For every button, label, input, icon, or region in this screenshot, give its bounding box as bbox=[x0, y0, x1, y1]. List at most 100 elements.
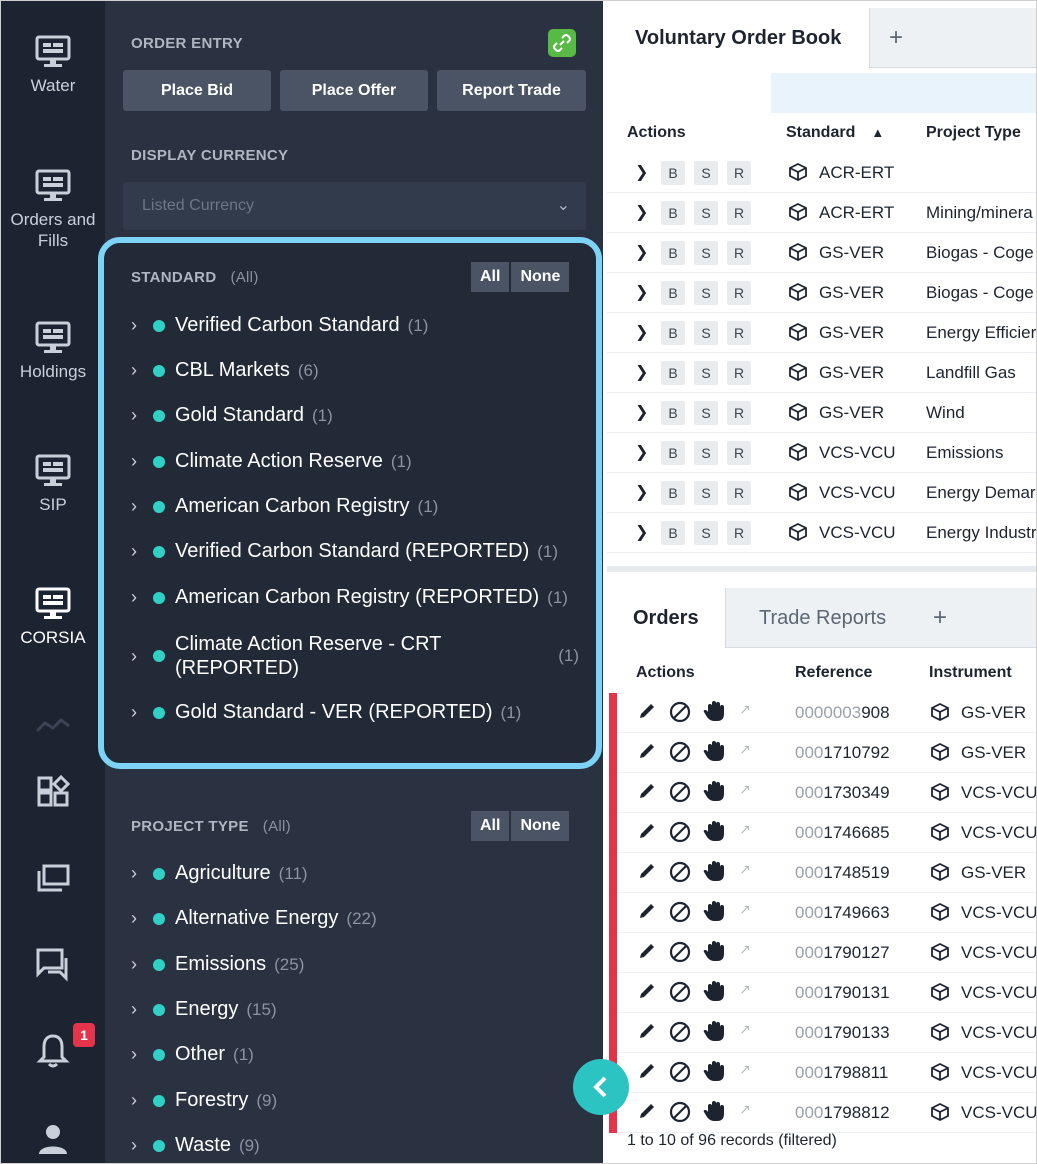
cancel-icon[interactable] bbox=[669, 901, 691, 928]
open-icon[interactable]: ↗ bbox=[739, 741, 751, 758]
project-type-item[interactable]: › Emissions (25) bbox=[131, 953, 581, 976]
order-row[interactable]: ↗ 0001790127 VCS-VCU bbox=[609, 933, 1036, 973]
chevron-right-icon[interactable]: ❯ bbox=[635, 362, 648, 382]
add-tab-button[interactable]: + bbox=[917, 588, 963, 648]
order-book-row[interactable]: ❯ B S R GS-VER Landfill Gas bbox=[607, 353, 1036, 393]
sell-button[interactable]: S bbox=[694, 361, 718, 385]
project-type-none-button[interactable]: None bbox=[511, 811, 570, 841]
open-icon[interactable]: ↗ bbox=[739, 1061, 751, 1078]
cancel-icon[interactable] bbox=[669, 741, 691, 768]
buy-button[interactable]: B bbox=[661, 161, 685, 185]
cancel-icon[interactable] bbox=[669, 981, 691, 1008]
sell-button[interactable]: S bbox=[694, 521, 718, 545]
chevron-right-icon[interactable]: ❯ bbox=[635, 442, 648, 462]
order-book-row[interactable]: ❯ B S R VCS-VCU Emissions bbox=[607, 433, 1036, 473]
col-header-project-type[interactable]: Project Type bbox=[926, 124, 1021, 142]
chevron-right-icon[interactable]: › bbox=[131, 908, 153, 929]
edit-icon[interactable] bbox=[637, 741, 657, 766]
rail-item-sip[interactable]: SIP bbox=[1, 454, 105, 515]
standard-item[interactable]: › CBL Markets (6) bbox=[131, 359, 581, 382]
standard-item[interactable]: › Gold Standard - VER (REPORTED) (1) bbox=[131, 701, 581, 724]
chevron-right-icon[interactable]: ❯ bbox=[635, 482, 648, 502]
hold-icon[interactable] bbox=[703, 820, 725, 847]
col-header-standard[interactable]: Standard ▲ bbox=[786, 124, 884, 142]
order-book-row[interactable]: ❯ B S R ACR-ERT Mining/minera bbox=[607, 193, 1036, 233]
open-icon[interactable]: ↗ bbox=[739, 1101, 751, 1118]
col-header-actions[interactable]: Actions bbox=[636, 664, 695, 682]
buy-button[interactable]: B bbox=[661, 241, 685, 265]
standard-item[interactable]: › American Carbon Registry (1) bbox=[131, 495, 581, 518]
report-button[interactable]: R bbox=[727, 481, 751, 505]
buy-button[interactable]: B bbox=[661, 521, 685, 545]
chat-icon[interactable] bbox=[1, 947, 105, 983]
chevron-right-icon[interactable]: › bbox=[131, 541, 153, 562]
order-row[interactable]: ↗ 0001710792 GS-VER bbox=[609, 733, 1036, 773]
project-type-item[interactable]: › Alternative Energy (22) bbox=[131, 907, 581, 930]
edit-icon[interactable] bbox=[637, 981, 657, 1006]
chevron-right-icon[interactable]: › bbox=[131, 1090, 153, 1111]
sell-button[interactable]: S bbox=[694, 241, 718, 265]
place-offer-button[interactable]: Place Offer bbox=[280, 70, 428, 111]
chevron-right-icon[interactable]: › bbox=[131, 496, 153, 517]
cancel-icon[interactable] bbox=[669, 1061, 691, 1088]
chevron-right-icon[interactable]: ❯ bbox=[635, 322, 648, 342]
edit-icon[interactable] bbox=[637, 821, 657, 846]
project-type-item[interactable]: › Forestry (9) bbox=[131, 1089, 581, 1112]
chevron-right-icon[interactable]: › bbox=[131, 702, 153, 723]
cancel-icon[interactable] bbox=[669, 701, 691, 728]
hold-icon[interactable] bbox=[703, 980, 725, 1007]
order-row[interactable]: ↗ 0001730349 VCS-VCU bbox=[609, 773, 1036, 813]
rail-item-holdings[interactable]: Holdings bbox=[1, 321, 105, 382]
order-row[interactable]: ↗ 0001749663 VCS-VCU bbox=[609, 893, 1036, 933]
chevron-right-icon[interactable]: › bbox=[131, 587, 153, 608]
rail-item-water[interactable]: Water bbox=[1, 35, 105, 96]
standard-item[interactable]: › American Carbon Registry (REPORTED) (1) bbox=[131, 586, 581, 609]
chevron-right-icon[interactable]: ❯ bbox=[635, 402, 648, 422]
tab-voluntary-order-book[interactable]: Voluntary Order Book bbox=[607, 8, 871, 68]
standard-none-button[interactable]: None bbox=[511, 262, 570, 292]
report-button[interactable]: R bbox=[727, 521, 751, 545]
order-row[interactable]: ↗ 0001798812 VCS-VCU bbox=[609, 1093, 1036, 1133]
order-row[interactable]: ↗ 0000003908 GS-VER bbox=[609, 693, 1036, 733]
rail-item-corsia[interactable]: CORSIA bbox=[1, 587, 105, 648]
col-header-actions[interactable]: Actions bbox=[627, 124, 686, 142]
order-book-row[interactable]: ❯ B S R GS-VER Wind bbox=[607, 393, 1036, 433]
hold-icon[interactable] bbox=[703, 1020, 725, 1047]
report-button[interactable]: R bbox=[727, 321, 751, 345]
edit-icon[interactable] bbox=[637, 941, 657, 966]
sell-button[interactable]: S bbox=[694, 161, 718, 185]
report-button[interactable]: R bbox=[727, 281, 751, 305]
chevron-right-icon[interactable]: › bbox=[131, 863, 153, 884]
report-button[interactable]: R bbox=[727, 401, 751, 425]
order-book-row[interactable]: ❯ B S R VCS-VCU Energy Demar bbox=[607, 473, 1036, 513]
hold-icon[interactable] bbox=[703, 1100, 725, 1127]
chevron-right-icon[interactable]: › bbox=[131, 646, 153, 667]
place-bid-button[interactable]: Place Bid bbox=[123, 70, 271, 111]
chevron-right-icon[interactable]: › bbox=[131, 999, 153, 1020]
report-button[interactable]: R bbox=[727, 161, 751, 185]
link-button[interactable] bbox=[548, 29, 576, 57]
sell-button[interactable]: S bbox=[694, 401, 718, 425]
chevron-right-icon[interactable]: › bbox=[131, 315, 153, 336]
cancel-icon[interactable] bbox=[669, 1101, 691, 1128]
order-book-row[interactable]: ❯ B S R VCS-VCU Energy Industr bbox=[607, 513, 1036, 553]
standard-item[interactable]: › Verified Carbon Standard (REPORTED) (1) bbox=[131, 540, 581, 563]
order-row[interactable]: ↗ 0001790133 VCS-VCU bbox=[609, 1013, 1036, 1053]
order-row[interactable]: ↗ 0001748519 GS-VER bbox=[609, 853, 1036, 893]
sell-button[interactable]: S bbox=[694, 321, 718, 345]
report-button[interactable]: R bbox=[727, 241, 751, 265]
cancel-icon[interactable] bbox=[669, 1021, 691, 1048]
chevron-right-icon[interactable]: › bbox=[131, 405, 153, 426]
edit-icon[interactable] bbox=[637, 1101, 657, 1126]
project-type-item[interactable]: › Agriculture (11) bbox=[131, 862, 581, 885]
edit-icon[interactable] bbox=[637, 861, 657, 886]
sell-button[interactable]: S bbox=[694, 441, 718, 465]
buy-button[interactable]: B bbox=[661, 201, 685, 225]
cancel-icon[interactable] bbox=[669, 781, 691, 808]
open-icon[interactable]: ↗ bbox=[739, 981, 751, 998]
chevron-right-icon[interactable]: ❯ bbox=[635, 202, 648, 222]
hold-icon[interactable] bbox=[703, 860, 725, 887]
standard-item[interactable]: › Verified Carbon Standard (1) bbox=[131, 314, 581, 337]
order-book-row[interactable]: ❯ B S R GS-VER Biogas - Coge bbox=[607, 233, 1036, 273]
report-button[interactable]: R bbox=[727, 441, 751, 465]
